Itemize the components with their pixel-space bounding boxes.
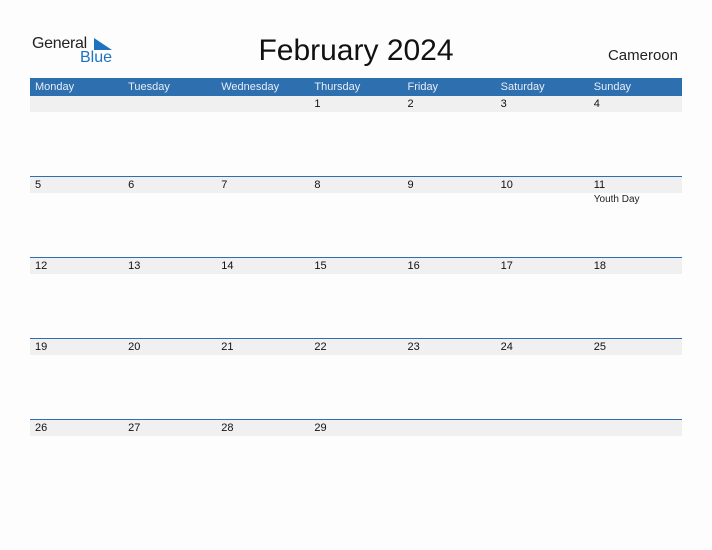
- day-number: 20: [128, 341, 141, 353]
- day-number: 16: [407, 260, 420, 272]
- day-number: 18: [593, 260, 606, 272]
- country-label: Cameroon: [607, 47, 678, 64]
- day-number: 4: [593, 98, 600, 110]
- holiday-label: [403, 193, 496, 207]
- weekday-friday: Friday: [407, 81, 439, 93]
- week-row: 5 6 7 8 9 10 11 Youth Day: [30, 176, 682, 207]
- day-number: 14: [221, 260, 234, 272]
- day-number: 13: [128, 260, 141, 272]
- day-number: 19: [35, 341, 48, 353]
- day-number: 21: [221, 341, 234, 353]
- day-number: 28: [221, 422, 234, 434]
- day-number: 7: [221, 179, 228, 191]
- date-row: 12 13 14 15 16 17 18: [30, 258, 682, 274]
- day-number: 6: [128, 179, 135, 191]
- day-number: [216, 96, 309, 112]
- weekday-monday: Monday: [35, 81, 75, 93]
- date-row: 1 2 3 4: [30, 96, 682, 112]
- day-number: 15: [314, 260, 327, 272]
- holiday-label: [309, 193, 402, 207]
- day-number: 22: [314, 341, 327, 353]
- holiday-label: [496, 193, 589, 207]
- holiday-label: [123, 193, 216, 207]
- day-number: 1: [314, 98, 321, 110]
- holiday-label: [30, 193, 123, 207]
- week-row: 26 27 28 29: [30, 419, 682, 436]
- day-number: 27: [128, 422, 141, 434]
- day-number: 2: [407, 98, 414, 110]
- day-number: 9: [407, 179, 414, 191]
- day-number: 5: [35, 179, 42, 191]
- day-number: 25: [593, 341, 606, 353]
- weekday-thursday: Thursday: [314, 81, 361, 93]
- day-number: 24: [500, 341, 513, 353]
- week-row: 19 20 21 22 23 24 25: [30, 338, 682, 355]
- day-number: 8: [314, 179, 321, 191]
- date-row: 26 27 28 29: [30, 420, 682, 436]
- weekday-header: Monday Tuesday Wednesday Thursday Friday…: [30, 78, 682, 96]
- day-number: 17: [500, 260, 513, 272]
- holiday-label: Youth Day: [593, 194, 640, 205]
- weekday-tuesday: Tuesday: [128, 81, 170, 93]
- date-row: 5 6 7 8 9 10 11: [30, 177, 682, 193]
- day-number: [589, 420, 682, 436]
- day-number: [496, 420, 589, 436]
- day-number: 26: [35, 422, 48, 434]
- date-row: 19 20 21 22 23 24 25: [30, 339, 682, 355]
- day-number: 3: [500, 98, 507, 110]
- day-number: 10: [500, 179, 513, 191]
- day-number: 12: [35, 260, 48, 272]
- day-number: 29: [314, 422, 327, 434]
- day-number: [403, 420, 496, 436]
- page-title: February 2024: [258, 34, 454, 67]
- holiday-label: [216, 193, 309, 207]
- week-row: 12 13 14 15 16 17 18: [30, 257, 682, 274]
- weekday-sunday: Sunday: [593, 81, 632, 93]
- day-number: [123, 96, 216, 112]
- weekday-wednesday: Wednesday: [221, 81, 280, 93]
- weekday-saturday: Saturday: [500, 81, 545, 93]
- week-row: 1 2 3 4: [30, 96, 682, 112]
- day-number: 11: [593, 179, 606, 191]
- day-number: 23: [407, 341, 420, 353]
- day-number: [30, 96, 123, 112]
- event-row: Youth Day: [30, 193, 682, 207]
